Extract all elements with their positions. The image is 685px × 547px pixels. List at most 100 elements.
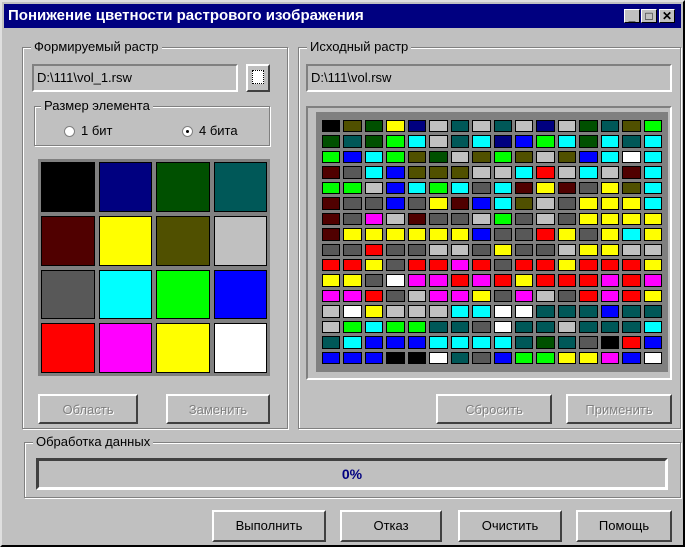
raster-cell[interactable] (407, 181, 427, 195)
raster-cell[interactable] (322, 320, 341, 334)
replace-button[interactable]: Заменить (166, 394, 270, 424)
raster-cell[interactable] (472, 243, 491, 256)
raster-cell[interactable] (407, 351, 427, 364)
raster-cell[interactable] (579, 336, 598, 349)
raster-cell[interactable] (450, 243, 470, 256)
raster-cell[interactable] (429, 274, 448, 287)
raster-cell[interactable] (600, 197, 620, 210)
raster-cell[interactable] (386, 228, 405, 241)
raster-cell[interactable] (450, 320, 470, 334)
raster-cell[interactable] (536, 212, 555, 226)
raster-cell[interactable] (386, 120, 405, 133)
raster-cell[interactable] (557, 197, 577, 210)
raster-cell[interactable] (643, 166, 662, 179)
raster-cell[interactable] (622, 228, 641, 241)
raster-cell[interactable] (622, 197, 641, 210)
raster-cell[interactable] (322, 150, 341, 164)
raster-cell[interactable] (472, 351, 491, 364)
maximize-button[interactable]: □ (641, 9, 657, 23)
close-button[interactable]: ✕ (659, 9, 675, 23)
raster-cell[interactable] (643, 212, 662, 226)
raster-cell[interactable] (450, 150, 470, 164)
raster-cell[interactable] (407, 320, 427, 334)
raster-cell[interactable] (343, 351, 362, 364)
raster-cell[interactable] (557, 166, 577, 179)
raster-cell[interactable] (386, 166, 405, 179)
raster-cell[interactable] (322, 336, 341, 349)
raster-cell[interactable] (429, 258, 448, 272)
raster-cell[interactable] (622, 135, 641, 148)
raster-cell[interactable] (600, 243, 620, 256)
raster-cell[interactable] (536, 135, 555, 148)
raster-cell[interactable] (493, 351, 512, 364)
raster-cell[interactable] (472, 258, 491, 272)
raster-cell[interactable] (643, 150, 662, 164)
raster-cell[interactable] (343, 120, 362, 133)
raster-cell[interactable] (386, 150, 405, 164)
raster-cell[interactable] (557, 181, 577, 195)
palette-swatch[interactable] (213, 269, 267, 320)
raster-cell[interactable] (514, 181, 534, 195)
raster-cell[interactable] (622, 336, 641, 349)
raster-cell[interactable] (386, 243, 405, 256)
raster-cell[interactable] (472, 212, 491, 226)
raster-cell[interactable] (472, 336, 491, 349)
raster-cell[interactable] (493, 197, 512, 210)
raster-cell[interactable] (643, 336, 662, 349)
raster-cell[interactable] (407, 212, 427, 226)
raster-cell[interactable] (579, 351, 598, 364)
raster-cell[interactable] (643, 135, 662, 148)
raster-cell[interactable] (536, 336, 555, 349)
raster-cell[interactable] (579, 289, 598, 303)
palette-swatch[interactable] (41, 323, 95, 373)
raster-cell[interactable] (643, 305, 662, 318)
raster-cell[interactable] (579, 305, 598, 318)
raster-cell[interactable] (579, 150, 598, 164)
raster-cell[interactable] (600, 351, 620, 364)
palette-swatch[interactable] (41, 215, 95, 266)
raster-cell[interactable] (407, 289, 427, 303)
raster-cell[interactable] (429, 228, 448, 241)
raster-cell[interactable] (493, 166, 512, 179)
browse-button[interactable] (246, 64, 270, 92)
raster-cell[interactable] (364, 243, 384, 256)
raster-cell[interactable] (493, 228, 512, 241)
raster-cell[interactable] (450, 228, 470, 241)
raster-cell[interactable] (322, 197, 341, 210)
raster-cell[interactable] (450, 120, 470, 133)
raster-cell[interactable] (536, 289, 555, 303)
raster-cell[interactable] (364, 305, 384, 318)
raster-cell[interactable] (429, 166, 448, 179)
raster-cell[interactable] (643, 228, 662, 241)
palette-swatch[interactable] (98, 162, 152, 212)
raster-cell[interactable] (493, 258, 512, 272)
raster-cell[interactable] (343, 320, 362, 334)
raster-cell[interactable] (407, 150, 427, 164)
raster-cell[interactable] (493, 135, 512, 148)
raster-cell[interactable] (386, 289, 405, 303)
raster-cell[interactable] (622, 351, 641, 364)
raster-cell[interactable] (643, 197, 662, 210)
raster-cell[interactable] (579, 243, 598, 256)
raster-cell[interactable] (364, 135, 384, 148)
execute-button[interactable]: Выполнить (212, 510, 326, 542)
raster-cell[interactable] (429, 320, 448, 334)
raster-cell[interactable] (407, 228, 427, 241)
raster-cell[interactable] (493, 336, 512, 349)
raster-cell[interactable] (322, 166, 341, 179)
raster-cell[interactable] (364, 258, 384, 272)
raster-cell[interactable] (364, 181, 384, 195)
raster-cell[interactable] (386, 351, 405, 364)
raster-cell[interactable] (322, 305, 341, 318)
palette-swatch[interactable] (156, 269, 210, 320)
raster-cell[interactable] (557, 212, 577, 226)
raster-cell[interactable] (557, 289, 577, 303)
raster-cell[interactable] (600, 258, 620, 272)
raster-cell[interactable] (514, 305, 534, 318)
raster-cell[interactable] (407, 166, 427, 179)
raster-cell[interactable] (493, 212, 512, 226)
raster-cell[interactable] (579, 258, 598, 272)
raster-cell[interactable] (536, 166, 555, 179)
raster-cell[interactable] (450, 274, 470, 287)
raster-cell[interactable] (622, 166, 641, 179)
